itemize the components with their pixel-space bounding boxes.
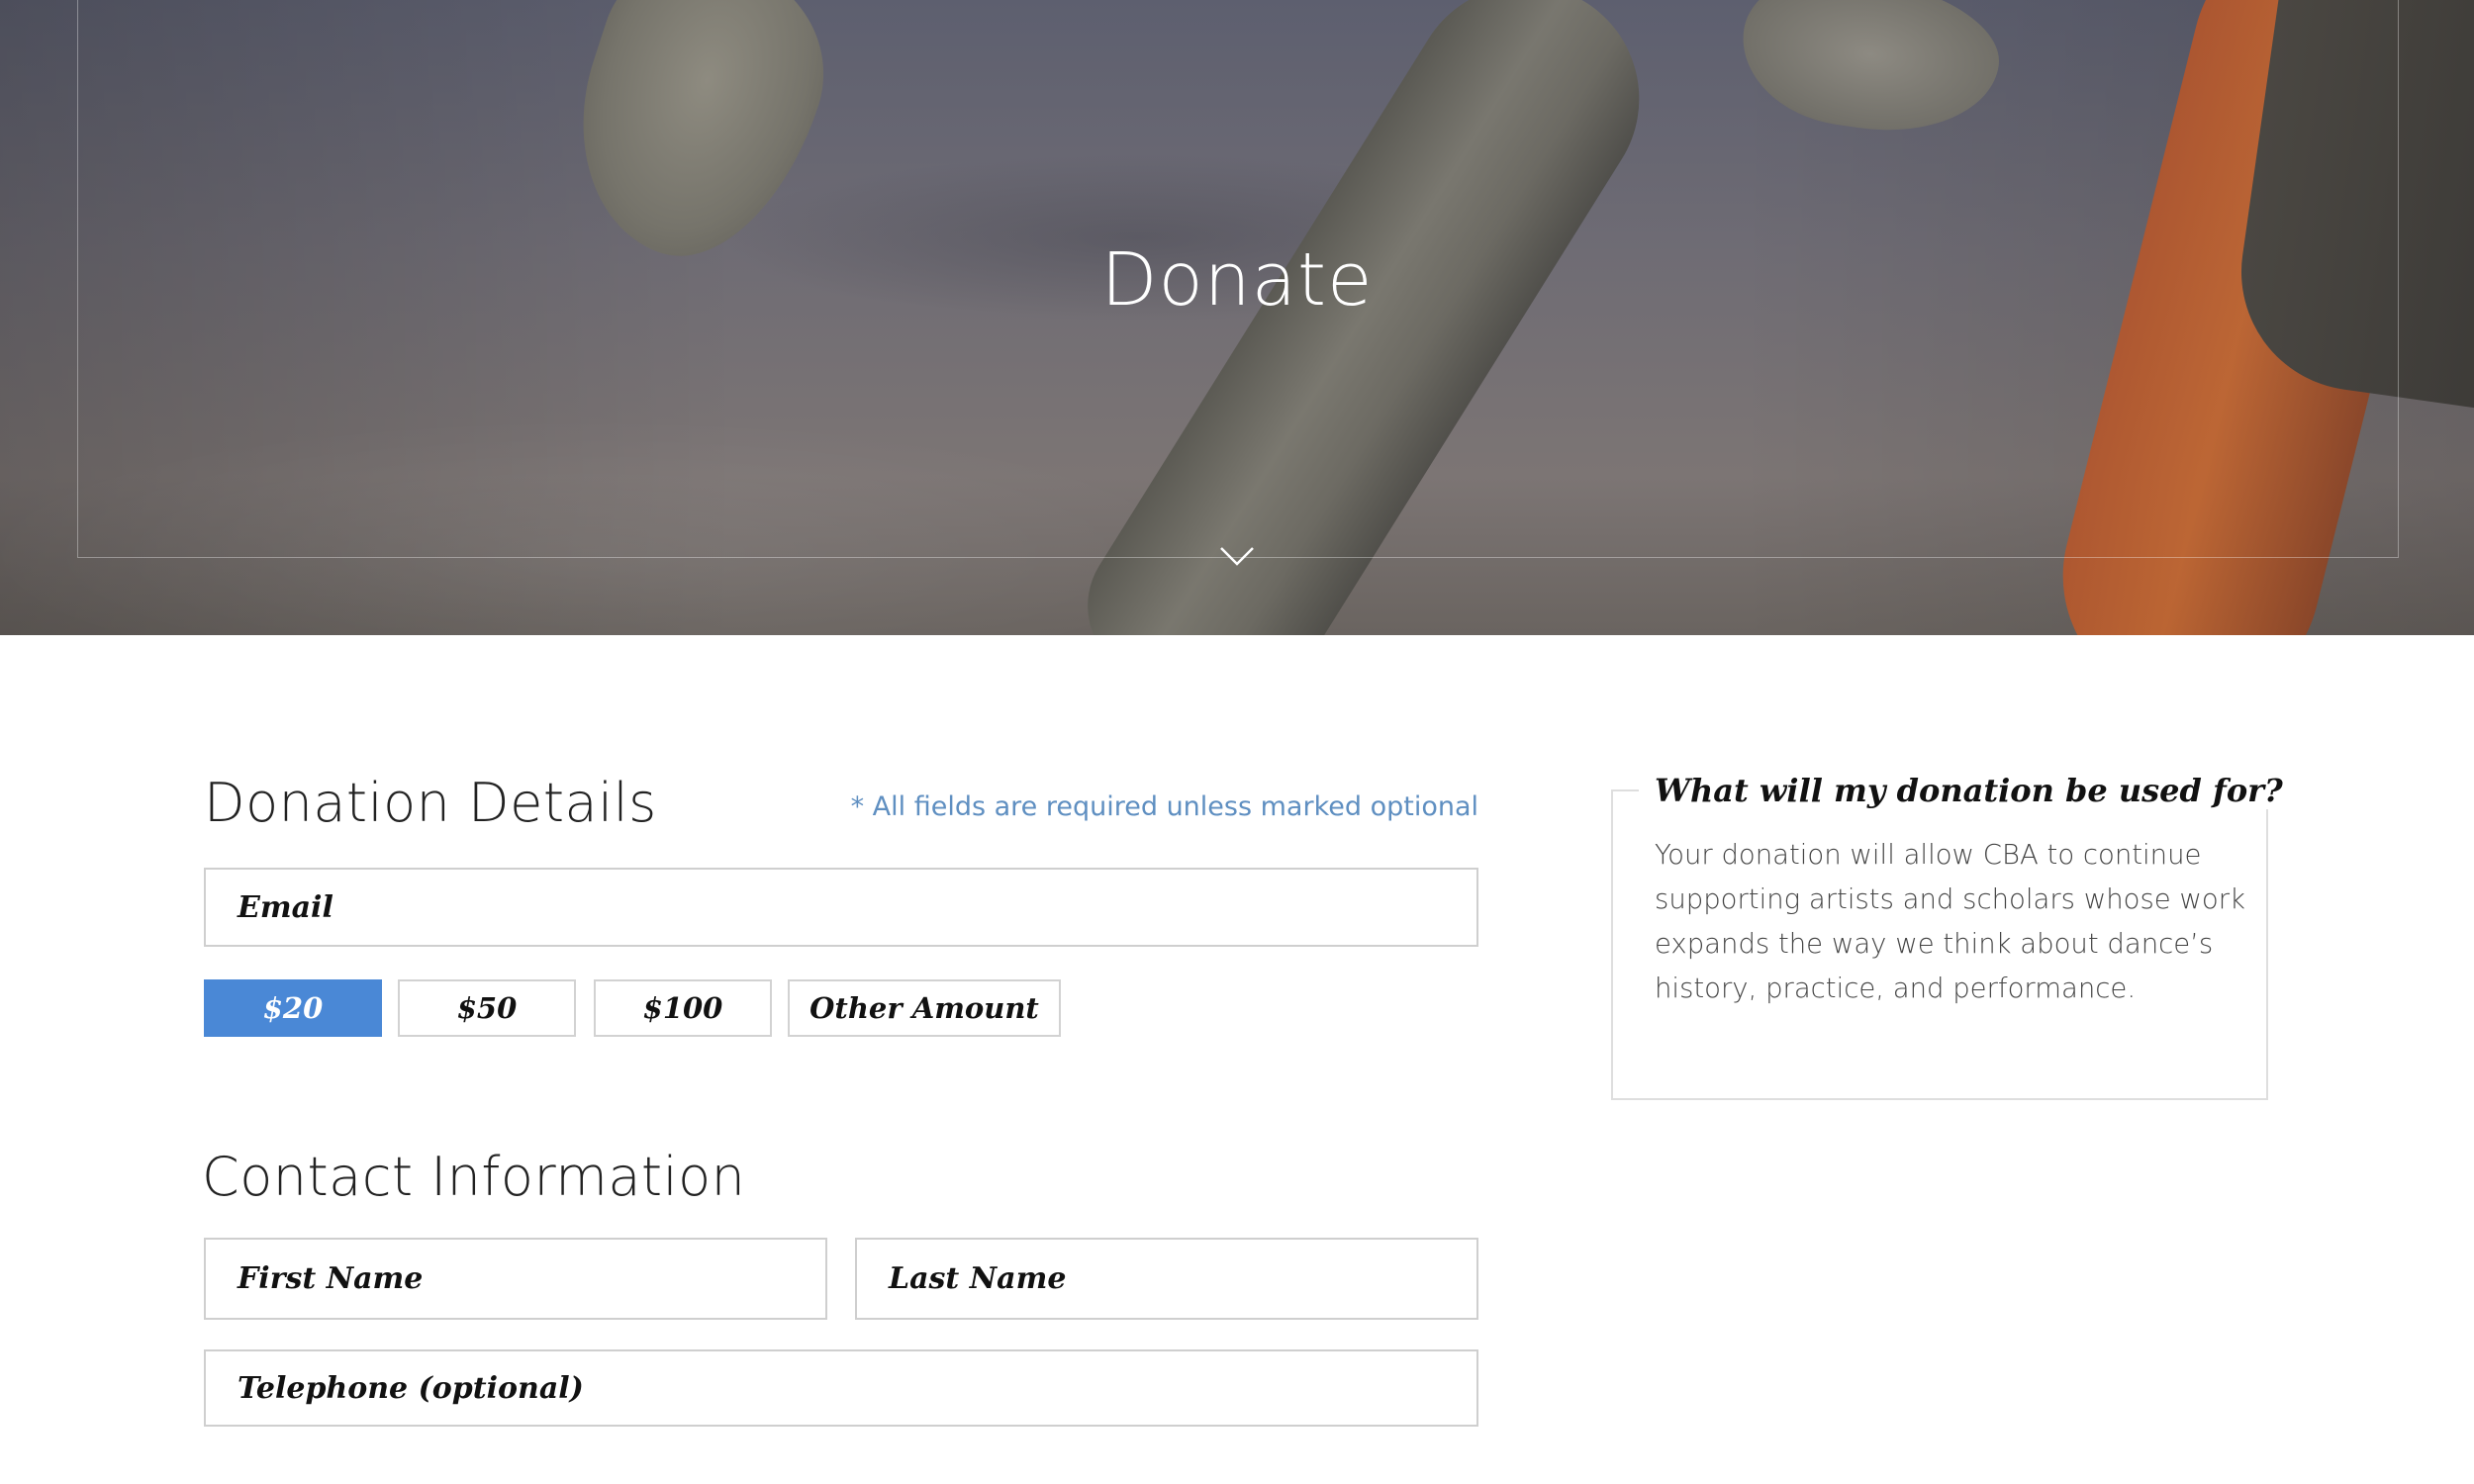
chevron-down-icon[interactable] <box>1217 542 1257 570</box>
amount-button-100[interactable]: $100 <box>594 979 772 1037</box>
required-fields-note: * All fields are required unless marked … <box>850 791 1478 822</box>
donation-info-text: Your donation will allow CBA to continue… <box>1655 839 2245 1004</box>
email-placeholder: Email <box>238 889 333 925</box>
amount-button-20[interactable]: $20 <box>204 979 382 1037</box>
email-field[interactable]: Email <box>204 868 1478 947</box>
telephone-placeholder: Telephone (optional) <box>238 1370 584 1406</box>
hero-banner: Donate <box>0 0 2474 635</box>
contact-information-heading: Contact Information <box>202 1146 746 1208</box>
amount-button-other[interactable]: Other Amount <box>788 979 1061 1037</box>
page-title: Donate <box>1100 237 1374 323</box>
telephone-field[interactable]: Telephone (optional) <box>204 1349 1478 1427</box>
last-name-field[interactable]: Last Name <box>855 1238 1478 1320</box>
donation-info-title: What will my donation be used for? <box>1639 772 2299 809</box>
amount-button-50[interactable]: $50 <box>398 979 576 1037</box>
first-name-placeholder: First Name <box>238 1261 424 1296</box>
donation-details-heading: Donation Details <box>204 772 657 834</box>
first-name-field[interactable]: First Name <box>204 1238 827 1320</box>
last-name-placeholder: Last Name <box>889 1261 1067 1296</box>
